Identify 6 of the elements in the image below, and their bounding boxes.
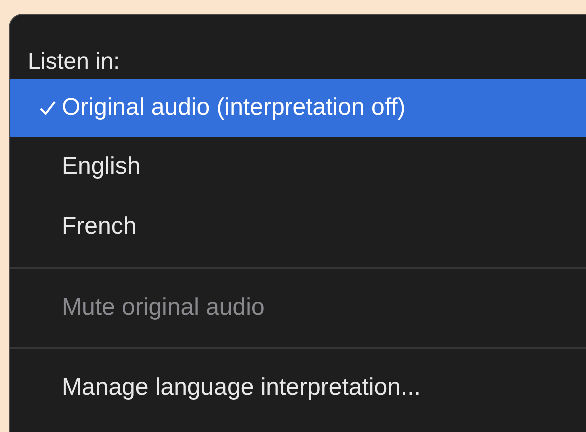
menu-item[interactable]: French [10,197,586,257]
menu-header: Listen in: [27,46,122,76]
menu-item[interactable]: Manage language interpretation... [10,359,586,417]
menu-item[interactable]: Original audio (interpretation off) [10,79,586,137]
menu-item[interactable]: English [10,137,586,197]
checkmark-icon [40,101,56,115]
